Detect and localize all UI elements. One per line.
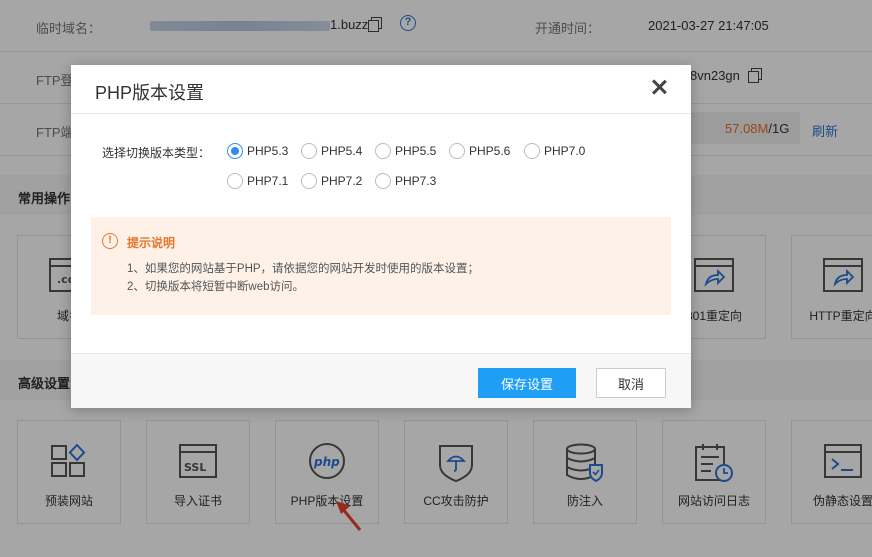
radio-label: PHP5.4 <box>321 144 363 158</box>
dialog-header: PHP版本设置 <box>71 65 691 114</box>
radio-unchecked-icon <box>375 173 391 189</box>
radio-label: PHP7.3 <box>395 174 437 188</box>
radio-php72[interactable]: PHP7.2 <box>301 173 362 189</box>
radio-unchecked-icon <box>375 143 391 159</box>
php-version-dialog: PHP版本设置 选择切换版本类型： PHP5.3 PHP5.4 PHP5.5 P… <box>71 65 691 408</box>
radio-php55[interactable]: PHP5.5 <box>375 143 436 159</box>
notice-line-2: 2、切换版本将短暂中断web访问。 <box>127 281 304 293</box>
radio-unchecked-icon <box>227 173 243 189</box>
radio-php56[interactable]: PHP5.6 <box>449 143 510 159</box>
radio-label: PHP5.6 <box>469 144 511 158</box>
dialog-title: PHP版本设置 <box>95 83 205 103</box>
radio-label: PHP7.2 <box>321 174 363 188</box>
radio-unchecked-icon <box>301 173 317 189</box>
radio-php71[interactable]: PHP7.1 <box>227 173 288 189</box>
close-icon[interactable] <box>651 79 667 95</box>
radio-label: PHP5.3 <box>247 144 289 158</box>
radio-label: PHP7.0 <box>544 144 586 158</box>
radio-php54[interactable]: PHP5.4 <box>301 143 362 159</box>
dialog-footer: 保存设置 取消 <box>71 353 691 408</box>
radio-php73[interactable]: PHP7.3 <box>375 173 436 189</box>
radio-unchecked-icon <box>301 143 317 159</box>
notice-title: 提示说明 <box>127 236 176 250</box>
warning-icon: ! <box>102 233 118 249</box>
notice-line-1: 1、如果您的网站基于PHP，请依据您的网站开发时使用的版本设置； <box>127 263 480 275</box>
radio-label: PHP5.5 <box>395 144 437 158</box>
version-type-label: 选择切换版本类型： <box>102 146 211 160</box>
radio-checked-icon <box>227 143 243 159</box>
cancel-button[interactable]: 取消 <box>596 368 666 398</box>
radio-unchecked-icon <box>524 143 540 159</box>
radio-unchecked-icon <box>449 143 465 159</box>
save-settings-button[interactable]: 保存设置 <box>478 368 576 398</box>
radio-label: PHP7.1 <box>247 174 289 188</box>
radio-php70[interactable]: PHP7.0 <box>524 143 585 159</box>
radio-php53[interactable]: PHP5.3 <box>227 143 288 159</box>
notice-box: ! 提示说明 1、如果您的网站基于PHP，请依据您的网站开发时使用的版本设置； … <box>91 217 671 315</box>
